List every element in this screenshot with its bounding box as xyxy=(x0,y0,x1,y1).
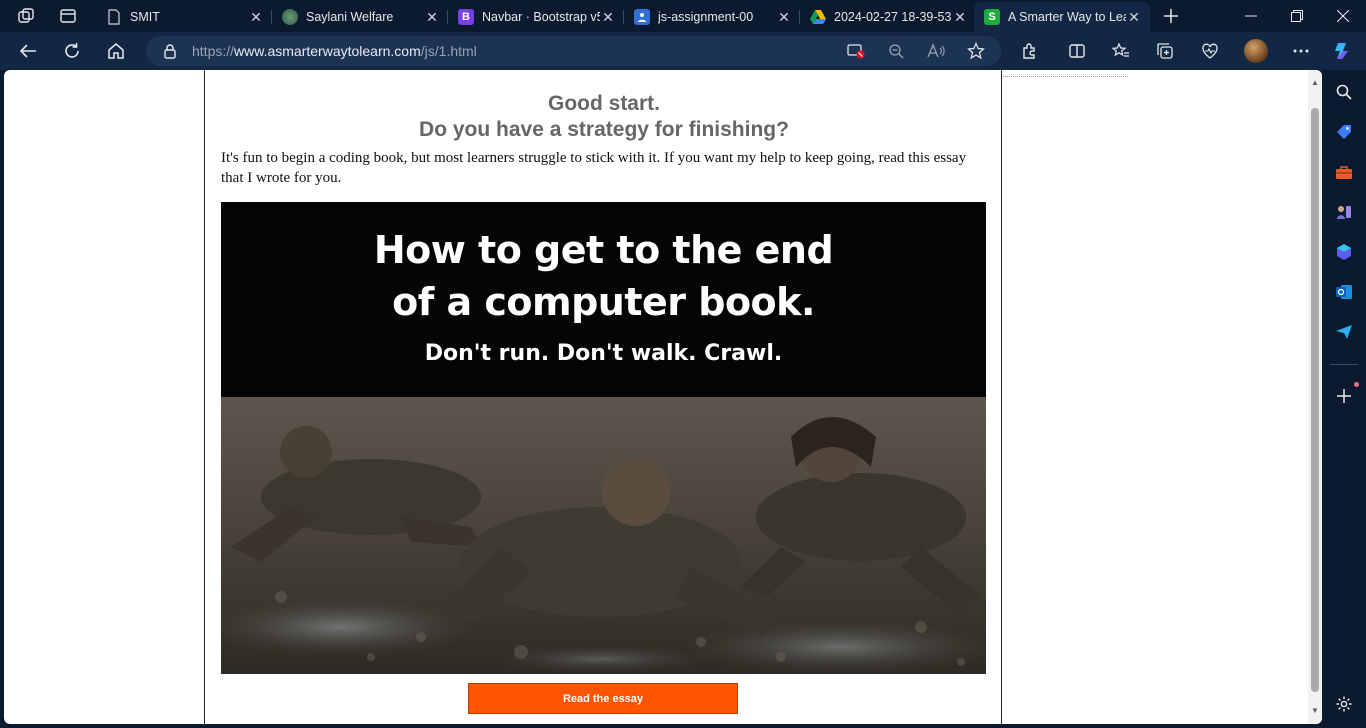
scrollbar-thumb[interactable] xyxy=(1311,108,1319,692)
more-options-icon[interactable] xyxy=(1287,37,1315,65)
url-text[interactable]: https://www.asmarterwaytolearn.com/js/1.… xyxy=(192,43,477,59)
address-bar[interactable]: https://www.asmarterwaytolearn.com/js/1.… xyxy=(146,36,1001,66)
close-tab-icon[interactable]: ✕ xyxy=(600,9,616,25)
close-tab-icon[interactable]: ✕ xyxy=(424,9,440,25)
games-icon[interactable] xyxy=(1334,202,1354,222)
minimize-icon[interactable] xyxy=(1228,0,1274,32)
scroll-down-icon[interactable]: ▼ xyxy=(1310,706,1320,716)
close-tab-icon[interactable]: ✕ xyxy=(776,9,792,25)
refresh-icon[interactable] xyxy=(58,37,86,65)
back-icon[interactable] xyxy=(14,37,42,65)
url-path: /js/1.html xyxy=(420,43,477,59)
tab-navbar-bootstrap[interactable]: B Navbar · Bootstrap v5 ✕ xyxy=(448,4,624,30)
browser-essentials-icon[interactable] xyxy=(1196,37,1224,65)
tab-js-assignment[interactable]: js-assignment-00 ✕ xyxy=(624,4,800,30)
outlook-icon[interactable] xyxy=(1334,282,1354,302)
tab-smarter-way[interactable]: S A Smarter Way to Learn ✕ xyxy=(974,2,1150,32)
send-icon[interactable] xyxy=(1334,322,1354,342)
classroom-icon xyxy=(634,9,650,25)
close-window-icon[interactable] xyxy=(1320,0,1366,32)
favorite-star-icon[interactable] xyxy=(966,41,986,61)
page-viewport: Good start. Do you have a strategy for f… xyxy=(4,70,1322,724)
tab-strip: SMIT ✕ Saylani Welfare ✕ B Navbar · Boot… xyxy=(0,0,1366,32)
workspaces-icon[interactable] xyxy=(16,6,36,26)
search-icon[interactable] xyxy=(1334,82,1354,102)
close-tab-icon[interactable]: ✕ xyxy=(248,9,264,25)
saylani-logo xyxy=(282,9,298,25)
banner-headline-1: How to get to the end xyxy=(373,228,834,272)
smarter-way-logo: S xyxy=(984,9,1000,25)
home-icon[interactable] xyxy=(102,37,130,65)
tab-smit[interactable]: SMIT ✕ xyxy=(96,4,272,30)
content-column: Good start. Do you have a strategy for f… xyxy=(204,70,1002,724)
scroll-up-icon[interactable]: ▲ xyxy=(1310,78,1320,88)
copilot-icon[interactable] xyxy=(1329,37,1357,65)
new-tab-icon[interactable] xyxy=(1161,6,1181,26)
close-tab-icon[interactable]: ✕ xyxy=(952,9,968,25)
shopping-tag-icon[interactable] xyxy=(1334,122,1354,142)
edge-sidebar xyxy=(1322,70,1366,728)
tab-drive-video[interactable]: 2024-02-27 18-39-53 ✕ xyxy=(800,4,976,30)
heading-strategy: Do you have a strategy for finishing? xyxy=(419,118,789,141)
tab-title: js-assignment-00 xyxy=(658,10,754,24)
banner-text-area: How to get to the end of a computer book… xyxy=(221,202,986,397)
page-scrollbar[interactable]: ▲ ▼ xyxy=(1308,70,1322,724)
extensions-icon[interactable] xyxy=(1015,37,1043,65)
url-host: www.asmarterwaytolearn.com xyxy=(234,43,421,59)
tab-title: SMIT xyxy=(130,10,160,24)
tab-title: Navbar · Bootstrap v5 xyxy=(482,10,600,24)
tools-icon[interactable] xyxy=(1334,162,1354,182)
read-aloud-icon[interactable] xyxy=(926,41,946,61)
banner-tagline: Don't run. Don't walk. Crawl. xyxy=(424,341,783,366)
browser-toolbar: https://www.asmarterwaytolearn.com/js/1.… xyxy=(0,32,1366,70)
sidebar-divider xyxy=(1330,364,1358,365)
tab-title: 2024-02-27 18-39-53 xyxy=(834,10,952,24)
split-screen-icon[interactable] xyxy=(1063,37,1091,65)
zoom-out-icon[interactable] xyxy=(886,41,906,61)
sidebar-settings-icon[interactable] xyxy=(1334,694,1354,714)
tab-saylani[interactable]: Saylani Welfare ✕ xyxy=(272,4,448,30)
blocked-popup-icon[interactable] xyxy=(846,41,866,61)
lock-icon[interactable] xyxy=(160,41,180,61)
mud-crawl-photo xyxy=(221,397,986,674)
google-drive-icon xyxy=(810,9,826,25)
favorites-icon[interactable] xyxy=(1107,37,1135,65)
close-tab-icon[interactable]: ✕ xyxy=(1126,9,1142,25)
tab-title: A Smarter Way to Learn xyxy=(1008,10,1126,24)
add-sidebar-app-icon[interactable] xyxy=(1334,382,1359,406)
url-scheme: https:// xyxy=(192,43,235,59)
essay-banner-image[interactable]: How to get to the end of a computer book… xyxy=(221,202,986,674)
tab-title: Saylani Welfare xyxy=(306,10,394,24)
m365-icon[interactable] xyxy=(1334,242,1354,262)
notification-dot xyxy=(1354,382,1359,387)
bootstrap-logo: B xyxy=(458,9,474,25)
read-essay-button[interactable]: Read the essay xyxy=(468,683,738,714)
page-icon xyxy=(106,9,122,25)
intro-paragraph: It's fun to begin a coding book, but mos… xyxy=(221,150,967,186)
collections-icon[interactable] xyxy=(1151,37,1179,65)
avatar[interactable] xyxy=(1242,37,1270,65)
tab-actions-icon[interactable] xyxy=(58,6,78,26)
heading-good-start: Good start. xyxy=(547,92,660,115)
restore-icon[interactable] xyxy=(1274,0,1320,32)
banner-headline-2: of a computer book. xyxy=(392,280,815,324)
